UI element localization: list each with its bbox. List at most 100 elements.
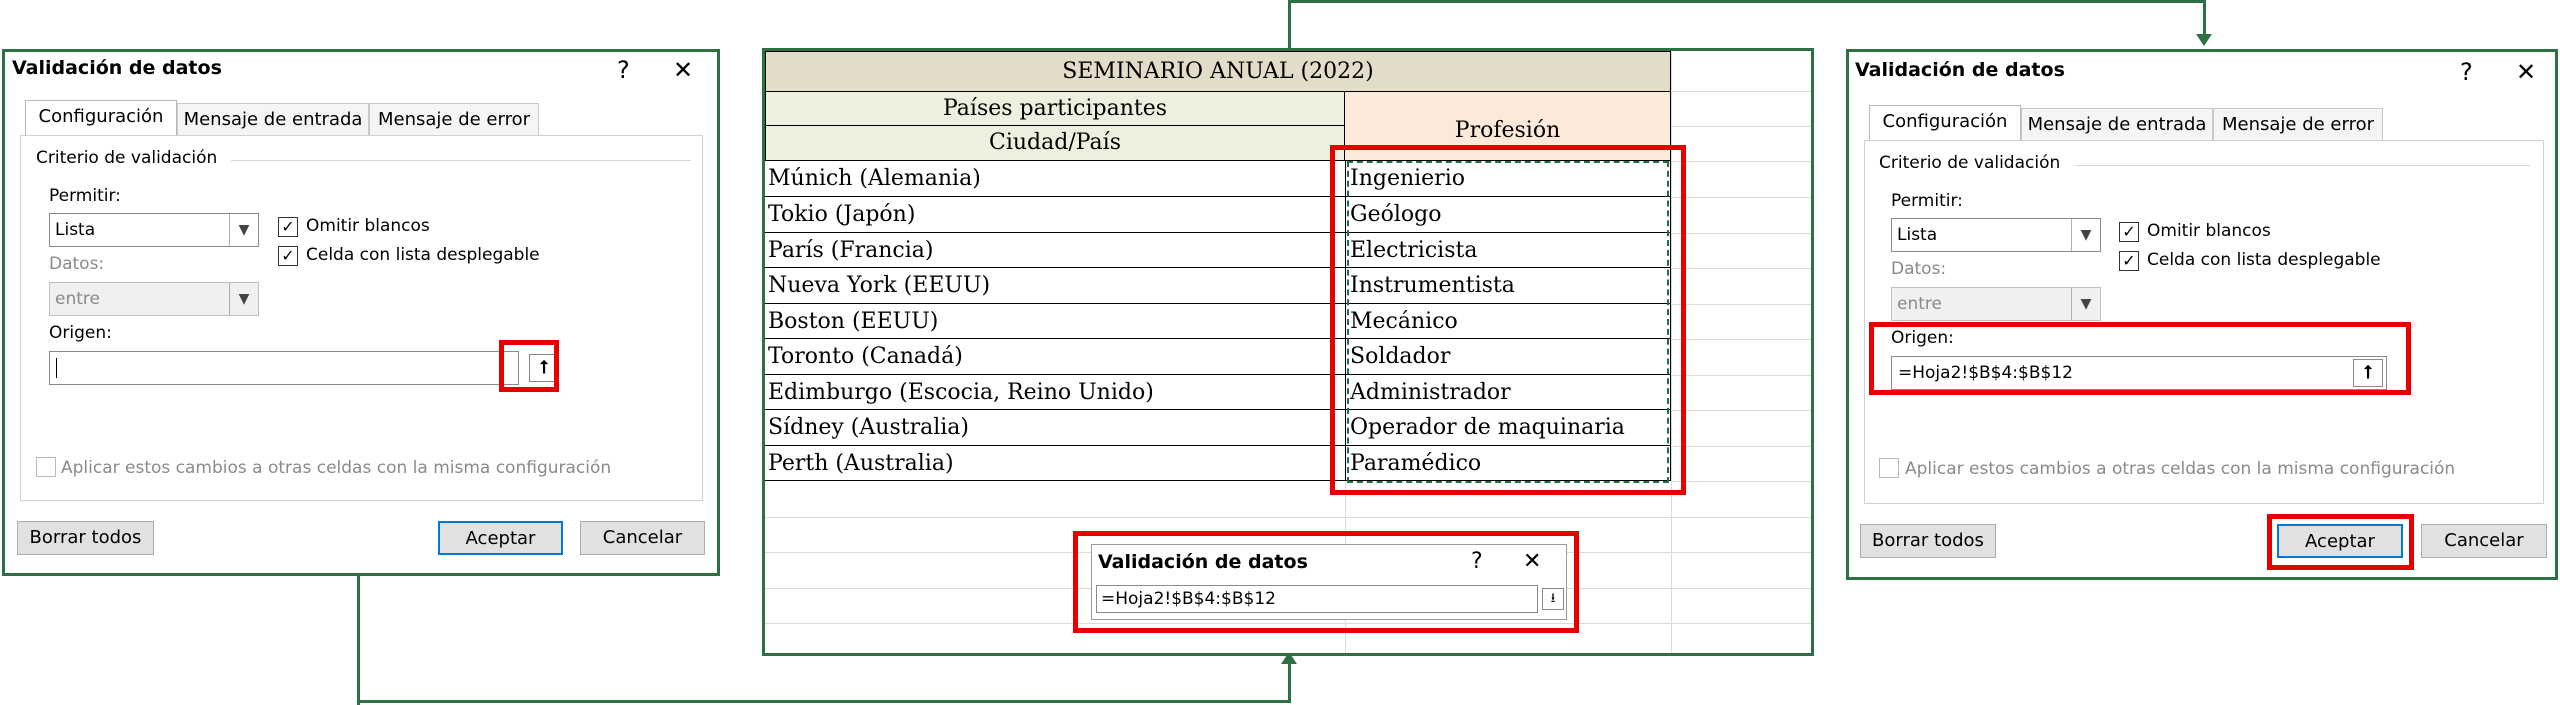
chevron-down-icon[interactable]: ▼ [229, 214, 258, 246]
connector-line [2203, 0, 2206, 38]
tab-configuracion[interactable]: Configuración [25, 100, 177, 135]
text-cursor [56, 358, 57, 378]
city-cell[interactable]: Perth (Australia) [765, 446, 1345, 481]
close-icon[interactable]: ✕ [1523, 549, 1541, 574]
gridline [1671, 375, 1811, 376]
datos-value: entre [1897, 294, 1942, 314]
header-profesion: Profesión [1454, 118, 1561, 143]
omitir-label: Omitir blancos [306, 216, 430, 236]
header-paises: Países participantes [942, 96, 1168, 121]
tab-mensaje-error[interactable]: Mensaje de error [2213, 108, 2383, 140]
origen-label: Origen: [49, 323, 112, 343]
datos-select: entre ▼ [1891, 287, 2101, 321]
tab-mensaje-entrada[interactable]: Mensaje de entrada [2021, 108, 2213, 140]
city-name: Edimburgo (Escocia, Reino Unido) [768, 380, 1154, 405]
city-name: Perth (Australia) [768, 451, 954, 476]
aplicar-label: Aplicar estos cambios a otras celdas con… [1905, 459, 2456, 479]
range-value: =Hoja2!$B$4:$B$12 [1101, 589, 1276, 609]
permitir-value: Lista [55, 220, 96, 240]
aceptar-button[interactable]: Aceptar [438, 521, 563, 555]
dialog-left-frame: Validación de datos ? ✕ Configuración Me… [2, 49, 720, 576]
aplicar-checkbox [1879, 458, 1899, 478]
omitir-checkbox[interactable]: ✓ [278, 217, 298, 237]
gridline [1671, 268, 1811, 269]
city-cell[interactable]: París (Francia) [765, 233, 1345, 268]
help-button[interactable]: ? [617, 58, 630, 82]
city-cell[interactable]: Sídney (Australia) [765, 410, 1345, 446]
connector-line [1288, 0, 2206, 3]
city-cell[interactable]: Edimburgo (Escocia, Reino Unido) [765, 375, 1345, 410]
aplicar-checkbox [36, 457, 56, 477]
city-cell[interactable]: Múnich (Alemania) [765, 161, 1345, 197]
tab-bar: Configuración Mensaje de entrada Mensaje… [1869, 105, 2389, 140]
header-ciudad-cell[interactable]: Ciudad/País [765, 126, 1345, 161]
dialog-title: Validación de datos [12, 57, 222, 79]
city-name: Sídney (Australia) [768, 415, 969, 440]
gridline [1671, 126, 1811, 127]
permitir-label: Permitir: [1891, 191, 1963, 211]
connector-line [1288, 0, 1291, 50]
close-icon[interactable]: ✕ [2516, 60, 2536, 84]
city-cell[interactable]: Nueva York (EEUU) [765, 268, 1345, 304]
celda-checkbox[interactable]: ✓ [2119, 251, 2139, 271]
city-name: Toronto (Canadá) [768, 344, 963, 369]
origen-input[interactable] [49, 351, 519, 385]
tab-mensaje-error[interactable]: Mensaje de error [369, 103, 539, 135]
connector-arrow [2196, 34, 2212, 46]
collapsed-dialog-title: Validación de datos [1098, 551, 1308, 573]
section-label: Criterio de validación [1879, 153, 2061, 173]
settings-panel: Criterio de validación Permitir: Lista ▼… [20, 135, 703, 501]
sheet-title-cell[interactable]: SEMINARIO ANUAL (2022) [765, 51, 1671, 92]
expand-dialog-icon[interactable]: ⭳ [1542, 588, 1564, 610]
city-cell[interactable]: Tokio (Japón) [765, 197, 1345, 233]
chevron-down-icon: ▼ [2071, 288, 2100, 320]
chevron-down-icon[interactable]: ▼ [2071, 219, 2100, 251]
cancelar-button[interactable]: Cancelar [580, 521, 705, 555]
close-icon[interactable]: ✕ [673, 58, 693, 82]
celda-label: Celda con lista desplegable [306, 245, 540, 265]
omitir-checkbox[interactable]: ✓ [2119, 222, 2139, 242]
section-divider [231, 160, 691, 161]
connector-line [357, 575, 360, 705]
celda-label: Celda con lista desplegable [2147, 250, 2381, 270]
highlight-box [1330, 145, 1686, 495]
permitir-select[interactable]: Lista ▼ [1891, 218, 2101, 252]
header-paises-cell[interactable]: Países participantes [765, 92, 1345, 126]
tab-bar: Configuración Mensaje de entrada Mensaje… [25, 100, 545, 135]
gridline [1671, 446, 1811, 447]
aplicar-label: Aplicar estos cambios a otras celdas con… [61, 458, 612, 478]
chevron-down-icon: ▼ [229, 283, 258, 315]
borrar-todos-button[interactable]: Borrar todos [1860, 524, 1996, 558]
range-input[interactable]: =Hoja2!$B$4:$B$12 [1096, 585, 1538, 613]
datos-select: entre ▼ [49, 282, 259, 316]
city-name: Múnich (Alemania) [768, 166, 981, 191]
city-cell[interactable]: Boston (EEUU) [765, 304, 1345, 339]
gridline [1671, 481, 1811, 482]
city-cell[interactable]: Toronto (Canadá) [765, 339, 1345, 375]
gridline [765, 517, 1811, 518]
sheet-title: SEMINARIO ANUAL (2022) [1062, 59, 1374, 84]
permitir-value: Lista [1897, 225, 1938, 245]
connector-line [1288, 660, 1291, 703]
cancelar-button[interactable]: Cancelar [2421, 524, 2547, 558]
permitir-select[interactable]: Lista ▼ [49, 213, 259, 247]
gridline [1671, 233, 1811, 234]
collapsed-dialog: Validación de datos ? ✕ =Hoja2!$B$4:$B$1… [1091, 544, 1567, 620]
city-name: Boston (EEUU) [768, 309, 939, 334]
dialog-title: Validación de datos [1855, 59, 2065, 81]
tab-configuracion[interactable]: Configuración [1869, 105, 2021, 140]
datos-value: entre [55, 289, 100, 309]
sheet-area: SEMINARIO ANUAL (2022) Países participan… [765, 51, 1811, 653]
help-button[interactable]: ? [1471, 549, 1483, 574]
tab-mensaje-entrada[interactable]: Mensaje de entrada [177, 103, 369, 135]
aceptar-button[interactable]: Aceptar [2277, 524, 2403, 558]
celda-checkbox[interactable]: ✓ [278, 246, 298, 266]
gridline [1671, 91, 1811, 92]
section-divider [2075, 165, 2530, 166]
borrar-todos-button[interactable]: Borrar todos [17, 521, 154, 555]
gridline [1671, 304, 1811, 305]
section-label: Criterio de validación [36, 148, 218, 168]
connector-line [357, 700, 1291, 703]
datos-label: Datos: [49, 254, 105, 274]
help-button[interactable]: ? [2460, 60, 2473, 84]
